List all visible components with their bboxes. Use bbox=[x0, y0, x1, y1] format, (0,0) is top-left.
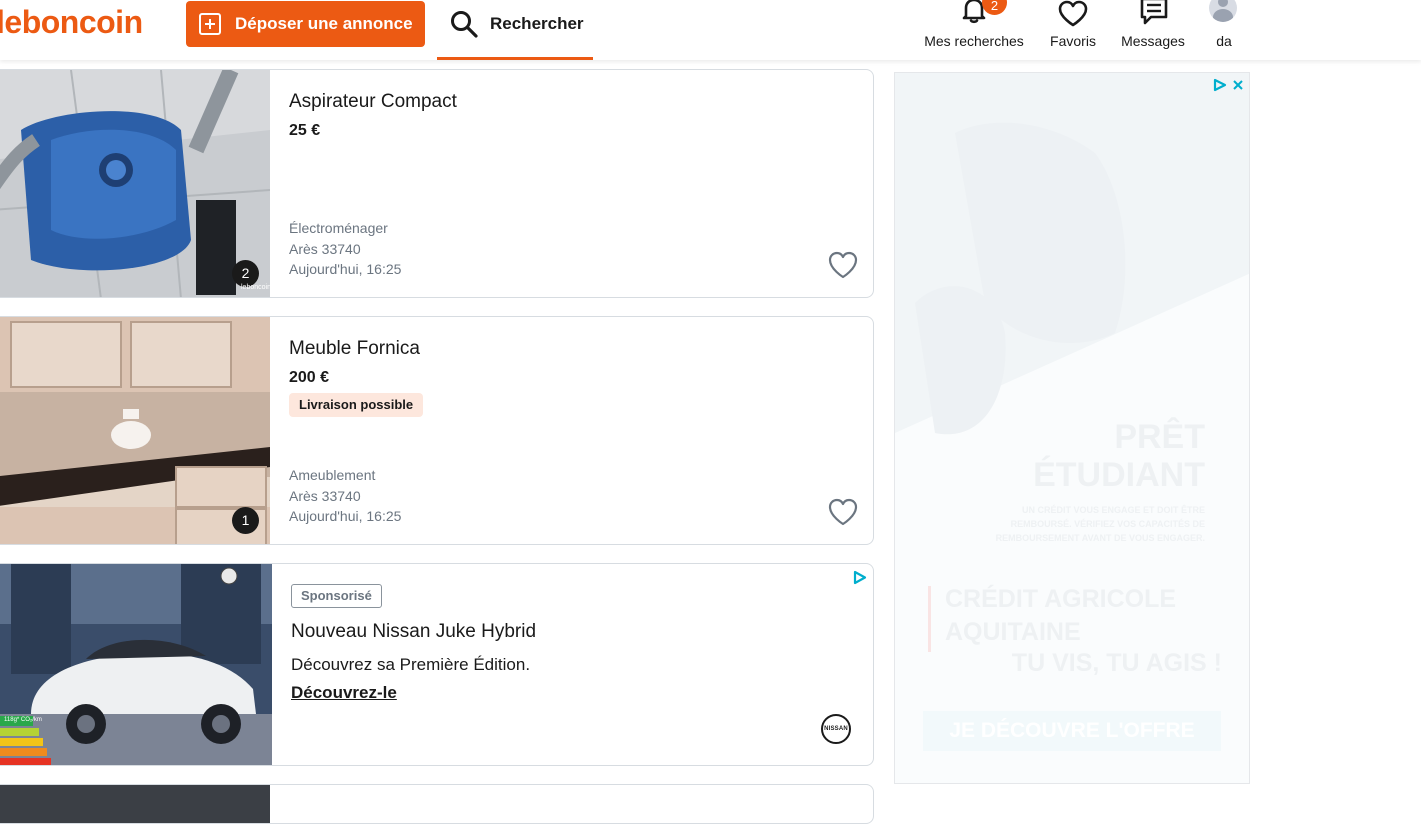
favorite-heart-icon[interactable] bbox=[827, 497, 859, 527]
listing-card[interactable] bbox=[0, 784, 874, 824]
ad-disclaimer-1: UN CRÉDIT VOUS ENGAGE ET DOIT ÊTRE bbox=[1021, 505, 1205, 515]
listing-meta: Électroménager Arès 33740 Aujourd'hui, 1… bbox=[289, 218, 401, 280]
close-icon[interactable] bbox=[1232, 78, 1244, 96]
sponsored-card[interactable]: 118g* CO₂/km Sponsorisé Nouveau Nissan J… bbox=[0, 563, 874, 766]
listing-price: 25 € bbox=[289, 122, 321, 139]
sponsored-label: Sponsorisé bbox=[291, 584, 382, 608]
ad-disclaimer-3: REMBOURSEMENT AVANT DE VOUS ENGAGER. bbox=[995, 533, 1205, 543]
listing-title[interactable]: Meuble Fornica bbox=[289, 338, 420, 360]
sponsored-title[interactable]: Nouveau Nissan Juke Hybrid bbox=[291, 621, 536, 643]
ad-accent-bar bbox=[928, 586, 931, 652]
photo-count-badge: 1 bbox=[232, 507, 259, 534]
listing-card[interactable]: 2 leboncoin Aspirateur Compact 25 € Élec… bbox=[0, 69, 874, 298]
ad-headline-1: PRÊT bbox=[1114, 418, 1205, 456]
car-photo bbox=[0, 564, 272, 765]
nav-my-searches[interactable]: Mes recherches bbox=[918, 0, 1030, 56]
plus-box-icon bbox=[199, 13, 221, 35]
active-tab-underline bbox=[437, 57, 593, 60]
furniture-photo bbox=[0, 317, 270, 544]
listing-location: Arès 33740 bbox=[289, 240, 361, 257]
listing-photo[interactable]: 1 bbox=[0, 317, 270, 544]
listing-date: Aujourd'hui, 16:25 bbox=[289, 261, 402, 277]
listing-card[interactable]: 1 Meuble Fornica 200 € Livraison possibl… bbox=[0, 316, 874, 545]
sponsored-description: Découvrez sa Première Édition. bbox=[291, 655, 531, 674]
emission-label: 118g* CO₂/km bbox=[4, 717, 42, 723]
avatar[interactable] bbox=[1209, 0, 1237, 22]
nav-favorites-label: Favoris bbox=[1050, 33, 1096, 49]
listing-title[interactable]: Aspirateur Compact bbox=[289, 91, 457, 113]
ad-brand-line-1: CRÉDIT AGRICOLE bbox=[945, 585, 1177, 613]
photo-count-badge: 2 bbox=[232, 260, 259, 287]
header: leboncoin Déposer une annonce Rechercher… bbox=[0, 0, 1421, 60]
sponsored-photo[interactable]: 118g* CO₂/km bbox=[0, 564, 272, 765]
adchoices-icon[interactable] bbox=[1213, 78, 1227, 97]
photo-watermark: leboncoin bbox=[241, 284, 270, 291]
search-tab[interactable]: Rechercher bbox=[437, 0, 593, 60]
side-banner-ad[interactable]: PRÊT ÉTUDIANT UN CRÉDIT VOUS ENGAGE ET D… bbox=[894, 72, 1250, 784]
listing-meta: Ameublement Arès 33740 Aujourd'hui, 16:2… bbox=[289, 465, 401, 527]
ad-cta-button[interactable]: JE DÉCOUVRE L'OFFRE bbox=[923, 711, 1221, 751]
nav-my-searches-label: Mes recherches bbox=[924, 33, 1024, 49]
listing-photo[interactable] bbox=[0, 785, 270, 823]
ad-slogan: TU VIS, TU AGIS ! bbox=[1011, 649, 1222, 677]
adchoices-icon[interactable] bbox=[853, 570, 867, 585]
favorite-heart-icon[interactable] bbox=[827, 250, 859, 280]
heart-icon bbox=[1058, 0, 1088, 27]
delivery-tag: Livraison possible bbox=[289, 393, 424, 417]
nav-messages[interactable]: Messages bbox=[1117, 0, 1189, 56]
post-ad-button[interactable]: Déposer une annonce bbox=[186, 1, 425, 47]
listing-category: Électroménager bbox=[289, 220, 388, 236]
nav-favorites[interactable]: Favoris bbox=[1044, 0, 1102, 56]
messages-icon bbox=[1140, 0, 1168, 25]
listing-price: 200 € bbox=[289, 369, 330, 386]
nav-account-label: da bbox=[1216, 33, 1232, 49]
ad-brand-line-2: AQUITAINE bbox=[945, 618, 1081, 646]
post-ad-label: Déposer une annonce bbox=[235, 14, 413, 33]
nav-messages-label: Messages bbox=[1121, 33, 1185, 49]
ad-disclaimer-2: REMBOURSÉ. VÉRIFIEZ VOS CAPACITÉS DE bbox=[1010, 519, 1205, 529]
sponsored-link[interactable]: Découvrez-le bbox=[291, 683, 397, 703]
leboncoin-logo[interactable]: leboncoin bbox=[0, 4, 143, 41]
nissan-logo: NISSAN bbox=[821, 714, 851, 744]
listing-category: Ameublement bbox=[289, 467, 376, 483]
ad-headline-2: ÉTUDIANT bbox=[1033, 456, 1205, 494]
ad-brand-name: CRÉDIT AGRICOLE AQUITAINE bbox=[945, 583, 1176, 649]
search-tab-label: Rechercher bbox=[490, 14, 584, 33]
listing-date: Aujourd'hui, 16:25 bbox=[289, 508, 402, 524]
listing-location: Arès 33740 bbox=[289, 487, 361, 504]
listing-photo[interactable]: 2 leboncoin bbox=[0, 70, 270, 297]
vacuum-photo bbox=[0, 70, 270, 297]
search-icon bbox=[451, 11, 478, 38]
